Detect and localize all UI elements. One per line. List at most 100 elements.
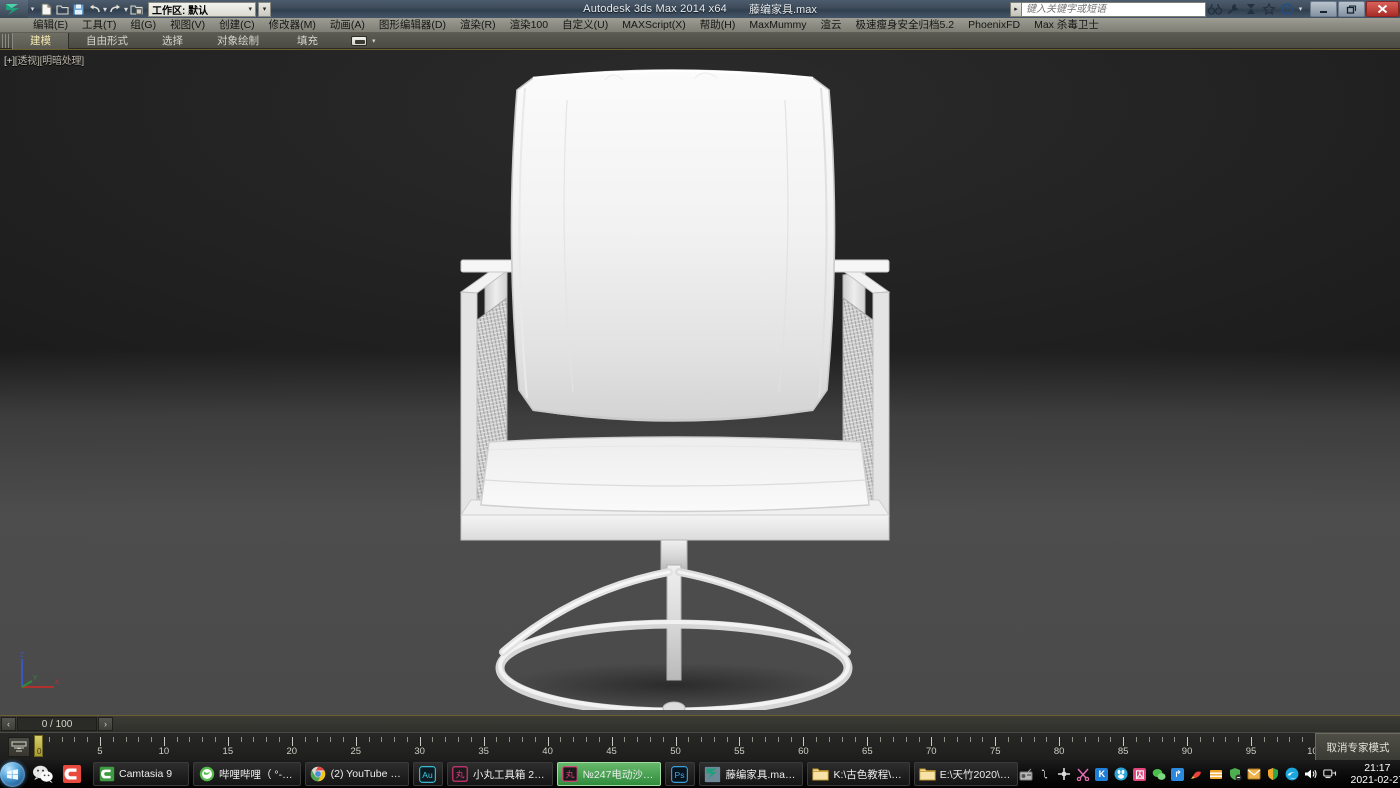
taskbar-item-youtube-chrome[interactable]: (2) YouTube … (305, 762, 409, 786)
menu-item-14[interactable]: 渲云 (814, 18, 849, 33)
kuaiya-icon[interactable]: K (1094, 767, 1109, 782)
track-bar-ruler[interactable]: 5101520253035404550556065707580859095100… (0, 732, 1400, 760)
taskbar-item-label: 藤编家具.ma… (725, 767, 795, 782)
menu-item-7[interactable]: 图形编辑器(D) (372, 18, 453, 33)
ribbon-display-mode-icon[interactable] (351, 36, 367, 46)
ribbon-tab-populate[interactable]: 填充 (276, 33, 339, 49)
radio-icon[interactable] (1018, 767, 1033, 782)
menu-item-1[interactable]: 工具(T) (75, 18, 123, 33)
updown-icon[interactable] (1037, 767, 1052, 782)
menu-item-17[interactable]: Max 杀毒卫士 (1027, 18, 1106, 33)
menu-item-13[interactable]: MaxMummy (742, 18, 813, 33)
viewport-label-view[interactable]: [透视] (15, 56, 40, 67)
time-slider-handle[interactable]: 0 (34, 735, 43, 757)
taskbar-item-audition[interactable]: Au (413, 762, 443, 786)
sogou-icon[interactable] (1208, 767, 1223, 782)
taskbar-item-folder-k[interactable]: K:\古色教程\… (807, 762, 909, 786)
menu-item-3[interactable]: 视图(V) (163, 18, 212, 33)
3dsmax-app-logo-icon[interactable] (0, 0, 28, 18)
menu-item-10[interactable]: 自定义(U) (555, 18, 615, 33)
menu-item-15[interactable]: 极速瘦身安全归档5.2 (849, 18, 962, 33)
viewport-label-plus[interactable]: [+] (4, 56, 15, 67)
menu-item-4[interactable]: 创建(C) (212, 18, 262, 33)
set-project-folder-icon[interactable] (129, 2, 144, 17)
menu-item-12[interactable]: 帮助(H) (693, 18, 743, 33)
camtasia-icon[interactable] (59, 761, 85, 787)
ribbon-tab-selection[interactable]: 选择 (145, 33, 200, 49)
app-icon[interactable]: 囚 (1132, 767, 1147, 782)
ruler-tick (1162, 737, 1163, 742)
undo-icon[interactable] (87, 2, 102, 17)
open-file-icon[interactable] (55, 2, 70, 17)
viewport-label-shading[interactable]: [明暗处理] (40, 56, 84, 67)
ribbon-grip-handle[interactable] (2, 34, 10, 48)
star-icon[interactable] (1260, 0, 1278, 18)
perspective-viewport[interactable]: [+][透视][明暗处理] (0, 50, 1400, 715)
workspace-dropdown-button[interactable]: ▾ (258, 2, 271, 17)
taskbar-item-no247-video[interactable]: 丸 №247电动沙… (557, 762, 662, 786)
chrome-icon (310, 766, 327, 783)
search-input[interactable] (1022, 2, 1206, 17)
new-scene-icon[interactable] (39, 2, 54, 17)
workspace-caret-icon[interactable]: ▾ (248, 5, 252, 13)
taskbar-item-bilibili[interactable]: 哔哩哔哩（ °-… (193, 762, 301, 786)
menu-item-16[interactable]: PhoenixFD (961, 18, 1027, 33)
viewport-label[interactable]: [+][透视][明暗处理] (4, 52, 84, 67)
restore-button[interactable] (1338, 1, 1365, 17)
redo-icon[interactable] (108, 2, 123, 17)
menu-item-2[interactable]: 组(G) (123, 18, 163, 33)
fish-icon[interactable] (1189, 767, 1204, 782)
menu-item-5[interactable]: 修改器(M) (262, 18, 323, 33)
green-app-icon[interactable]: ↱ (1170, 767, 1185, 782)
ruler-tick-label: 5 (97, 746, 102, 757)
redo-dropdown-caret-icon[interactable]: ▾ (124, 2, 128, 17)
next-frame-button[interactable]: › (98, 717, 113, 731)
help-icon[interactable]: ? (1278, 0, 1296, 18)
ribbon-tab-object-paint[interactable]: 对象绘制 (200, 33, 276, 49)
edge-icon[interactable] (1284, 767, 1299, 782)
menu-item-8[interactable]: 渲染(R) (453, 18, 503, 33)
baidu-icon[interactable] (1113, 767, 1128, 782)
taskbar-item-folder-e[interactable]: E:\天竹2020\… (914, 762, 1019, 786)
wechat-tray-icon[interactable] (1151, 767, 1166, 782)
undo-dropdown-caret-icon[interactable]: ▾ (103, 2, 107, 17)
scissors-icon[interactable] (1075, 767, 1090, 782)
volume-icon[interactable] (1303, 767, 1318, 782)
current-frame-readout[interactable]: 0 / 100 (17, 717, 97, 731)
save-file-icon[interactable] (71, 2, 86, 17)
binoculars-icon[interactable] (1206, 0, 1224, 18)
start-button[interactable] (0, 760, 25, 788)
shield-sync-icon[interactable] (1227, 767, 1242, 782)
wechat-icon[interactable] (30, 761, 56, 787)
menu-item-0[interactable]: 编辑(E) (26, 18, 75, 33)
menu-item-9[interactable]: 渲染100 (503, 18, 556, 33)
open-mini-curve-editor-icon[interactable] (8, 737, 30, 757)
mail-icon[interactable] (1246, 767, 1261, 782)
ruler-ticks[interactable]: 5101520253035404550556065707580859095100… (36, 733, 1315, 760)
network-icon[interactable] (1322, 767, 1337, 782)
taskbar-item-camtasia[interactable]: Camtasia 9 (93, 762, 189, 786)
ruler-tick-label: 55 (734, 746, 745, 757)
cancel-expert-mode-button[interactable]: 取消专家模式 (1315, 733, 1400, 761)
menu-item-6[interactable]: 动画(A) (323, 18, 372, 33)
taskbar-clock[interactable]: 21:17 2021-02-27 (1345, 760, 1400, 788)
help-caret-icon[interactable]: ▾ (1296, 0, 1305, 18)
wrench-icon[interactable] (1224, 0, 1242, 18)
360-icon[interactable] (1265, 767, 1280, 782)
search-expand-caret-icon[interactable]: ▸ (1010, 2, 1022, 17)
subscription-icon[interactable] (1242, 0, 1260, 18)
taskbar-item-3dsmax[interactable]: 藤编家具.ma… (699, 762, 803, 786)
menu-item-11[interactable]: MAXScript(X) (615, 18, 693, 33)
snipaste-icon[interactable] (1056, 767, 1071, 782)
close-button[interactable] (1366, 1, 1399, 17)
time-bar-track[interactable] (114, 717, 1400, 731)
taskbar-item-xiaowan-toolbox[interactable]: 丸 小丸工具箱 2… (447, 762, 553, 786)
minimize-button[interactable] (1310, 1, 1337, 17)
ribbon-display-mode-caret-icon[interactable]: ▾ (372, 37, 376, 45)
previous-frame-button[interactable]: ‹ (1, 717, 16, 731)
workspace-selector[interactable]: 工作区: 默认 ▾ (148, 2, 256, 17)
app-menu-caret-icon[interactable]: ▾ (28, 5, 37, 13)
taskbar-item-photoshop[interactable]: Ps (665, 762, 695, 786)
ribbon-tab-freeform[interactable]: 自由形式 (69, 33, 145, 49)
ribbon-tab-modeling[interactable]: 建模 (12, 33, 69, 49)
